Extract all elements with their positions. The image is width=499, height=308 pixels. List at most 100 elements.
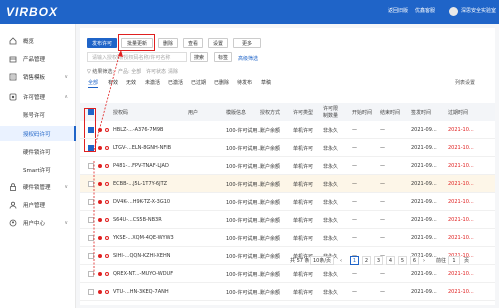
row-checkbox[interactable] bbox=[88, 181, 94, 187]
row-checkbox[interactable] bbox=[88, 253, 94, 259]
page-1[interactable]: 1 bbox=[350, 256, 359, 265]
filter-clear[interactable]: 清除 bbox=[168, 68, 178, 75]
goto-input[interactable]: 1 bbox=[448, 256, 460, 265]
table-row[interactable]: S64U-...CS5B-NB3R 100-许可试用... 账户余额 单机许可 非永久 —… bbox=[80, 211, 495, 229]
home-icon bbox=[8, 36, 17, 45]
page-4[interactable]: 4 bbox=[386, 256, 395, 265]
tab-deleted[interactable]: 已删除 bbox=[214, 79, 229, 86]
view-button[interactable]: 查看 bbox=[183, 38, 203, 48]
cell-issued: 2021-09... bbox=[411, 199, 437, 205]
tab-inactive[interactable]: 未激活 bbox=[145, 79, 160, 86]
sidebar-item-sales-template[interactable]: 销售模板 ∨ bbox=[0, 69, 76, 84]
cell-code[interactable]: YKSE-...XQM-4QE-WYW3 bbox=[113, 235, 174, 241]
filter-tag-status[interactable]: 许可状态 bbox=[146, 68, 166, 75]
cell-code[interactable]: P481-...FPV-TNAF-LJAD bbox=[113, 163, 169, 169]
row-checkbox[interactable] bbox=[88, 145, 94, 151]
tab-all[interactable]: 全部 bbox=[88, 79, 98, 86]
more-button[interactable]: 更多 bbox=[233, 38, 261, 48]
sidebar-item-hardware-lock-management[interactable]: 硬件锁管理 ∨ bbox=[0, 179, 76, 194]
sidebar-item-license-management[interactable]: 许可管理 ∧ bbox=[0, 89, 76, 104]
table-row[interactable]: QREX-NT...-MUYO-WDUF 100-许可试用... 账户余额 单机许可 非… bbox=[80, 265, 495, 283]
row-checkbox[interactable] bbox=[88, 163, 94, 169]
delete-button[interactable]: 删除 bbox=[158, 38, 178, 48]
sidebar-item-label: 用户中心 bbox=[23, 220, 46, 227]
page-size-select[interactable]: 10条/页 bbox=[310, 256, 334, 265]
tab-invalid[interactable]: 无效 bbox=[126, 79, 136, 86]
sidebar-item-products[interactable]: 产品管理 bbox=[0, 51, 76, 66]
col-type: 许可类型 bbox=[293, 110, 314, 116]
account-name[interactable]: 深思安全实验室 bbox=[461, 7, 496, 14]
page-6[interactable]: 6 bbox=[410, 256, 419, 265]
tab-active-underline bbox=[88, 87, 98, 88]
cell-template: 100-许可试用... bbox=[226, 128, 263, 134]
cell-template: 100-许可试用... bbox=[226, 272, 263, 278]
sidebar: 概览 产品管理 销售模板 ∨ 许可管理 ∧ 账号许可 授权码许可 硬件锁许可 S… bbox=[0, 24, 76, 308]
cell-limit: 非永久 bbox=[323, 218, 339, 224]
list-settings-link[interactable]: 列表设置 bbox=[455, 79, 475, 86]
row-checkbox[interactable] bbox=[88, 199, 94, 205]
cell-code[interactable]: HBLZ-...-A376-7M9B bbox=[113, 127, 163, 133]
cell-code[interactable]: VTU-...HN-3KEQ-7ANH bbox=[113, 289, 169, 295]
search-input[interactable]: 请输入授权码/授权码名称/许可名称 bbox=[87, 52, 187, 62]
tab-expired[interactable]: 已过期 bbox=[191, 79, 206, 86]
chevron-down-icon: ∨ bbox=[64, 73, 68, 80]
advanced-filter-link[interactable]: 高级筛选 bbox=[238, 55, 258, 62]
back-old-version-link[interactable]: 返回旧版 bbox=[388, 7, 408, 14]
table-row[interactable]: ECBB-...J5L-1T7Y-6JTZ 100-许可试用... 账户余额 单机许可… bbox=[80, 175, 495, 193]
cell-start: — bbox=[352, 163, 357, 169]
row-checkbox[interactable] bbox=[88, 217, 94, 223]
settings-button[interactable]: 设置 bbox=[208, 38, 228, 48]
filter-tag-product[interactable]: 产品: 全部 bbox=[118, 68, 141, 75]
cell-code[interactable]: LTGV-...ELN-8GNH-NFIB bbox=[113, 145, 171, 151]
sidebar-item-hardware-lock-license[interactable]: 硬件锁许可 bbox=[0, 144, 76, 159]
cell-code[interactable]: QREX-NT...-MUYO-WDUF bbox=[113, 271, 173, 277]
cell-code[interactable]: S64U-...CS5B-NB3R bbox=[113, 217, 162, 223]
table-row[interactable]: VTU-...HN-3KEQ-7ANH 100-许可试用... 账户余额 单机许可 非永… bbox=[80, 283, 495, 301]
row-checkbox[interactable] bbox=[88, 127, 94, 133]
cell-code[interactable]: DV4K-...H9K-TZ-X-3G10 bbox=[113, 199, 170, 205]
sidebar-item-users[interactable]: 用户管理 bbox=[0, 197, 76, 212]
tag-button[interactable]: 标签 bbox=[214, 52, 232, 62]
table-row[interactable]: LTGV-...ELN-8GNH-NFIB 100-许可试用... 账户余额 单机许可… bbox=[80, 139, 495, 157]
sidebar-item-account-license[interactable]: 账号许可 bbox=[0, 107, 76, 122]
issue-license-button[interactable]: 发布许可 bbox=[87, 38, 117, 48]
user-center-icon bbox=[8, 218, 17, 227]
tab-pending[interactable]: 待发布 bbox=[237, 79, 252, 86]
tab-valid[interactable]: 有效 bbox=[108, 79, 118, 86]
status-dot bbox=[98, 236, 102, 240]
col-user: 用户 bbox=[188, 110, 199, 116]
tab-draft[interactable]: 草稿 bbox=[261, 79, 271, 86]
row-checkbox[interactable] bbox=[88, 235, 94, 241]
customer-service-link[interactable]: 优鑫客服 bbox=[415, 7, 435, 14]
table-row[interactable]: YKSE-...XQM-4QE-WYW3 100-许可试用... 账户余额 单机许可 非… bbox=[80, 229, 495, 247]
sidebar-item-user-center[interactable]: 用户中心 ∨ bbox=[0, 215, 76, 230]
sidebar-item-auth-code-license[interactable]: 授权码许可 bbox=[0, 126, 76, 141]
cell-code[interactable]: ECBB-...J5L-1T7Y-6JTZ bbox=[113, 181, 167, 187]
next-page-icon[interactable]: › bbox=[423, 256, 425, 265]
sidebar-item-smart-license[interactable]: Smart许可 bbox=[0, 162, 76, 177]
cell-expire: 2021-10... bbox=[448, 181, 474, 187]
status-dot bbox=[98, 128, 102, 132]
tab-activated[interactable]: 已激活 bbox=[168, 79, 183, 86]
page-3[interactable]: 3 bbox=[374, 256, 383, 265]
cell-end: — bbox=[380, 145, 385, 151]
row-checkbox[interactable] bbox=[88, 289, 94, 295]
prev-page-icon[interactable]: ‹ bbox=[340, 256, 342, 265]
cell-limit: 非永久 bbox=[323, 128, 339, 134]
page-5[interactable]: 5 bbox=[398, 256, 407, 265]
table-row[interactable]: SIHI-...QQN-KZHI-XEHN 100-许可试用... 账户余额 单机许可… bbox=[80, 247, 495, 265]
cell-template: 100-许可试用... bbox=[226, 146, 263, 152]
cell-expire: 2021-10... bbox=[448, 289, 474, 295]
cell-end: — bbox=[380, 163, 385, 169]
cell-code[interactable]: SIHI-...QQN-KZHI-XEHN bbox=[113, 253, 170, 259]
cell-template: 100-许可试用... bbox=[226, 290, 263, 296]
avatar[interactable] bbox=[449, 7, 458, 16]
cell-end: — bbox=[380, 289, 385, 295]
row-checkbox[interactable] bbox=[88, 271, 94, 277]
table-row[interactable]: DV4K-...H9K-TZ-X-3G10 100-许可试用... 账户余额 单机许可… bbox=[80, 193, 495, 211]
table-row[interactable]: P481-...FPV-TNAF-LJAD 100-许可试用... 账户余额 单机许可… bbox=[80, 157, 495, 175]
page-2[interactable]: 2 bbox=[362, 256, 371, 265]
search-button[interactable]: 搜索 bbox=[190, 52, 208, 62]
table-row[interactable]: HBLZ-...-A376-7M9B 100-许可试用... 账户余额 单机许可 非永久… bbox=[80, 121, 495, 139]
sidebar-item-overview[interactable]: 概览 bbox=[0, 33, 76, 48]
